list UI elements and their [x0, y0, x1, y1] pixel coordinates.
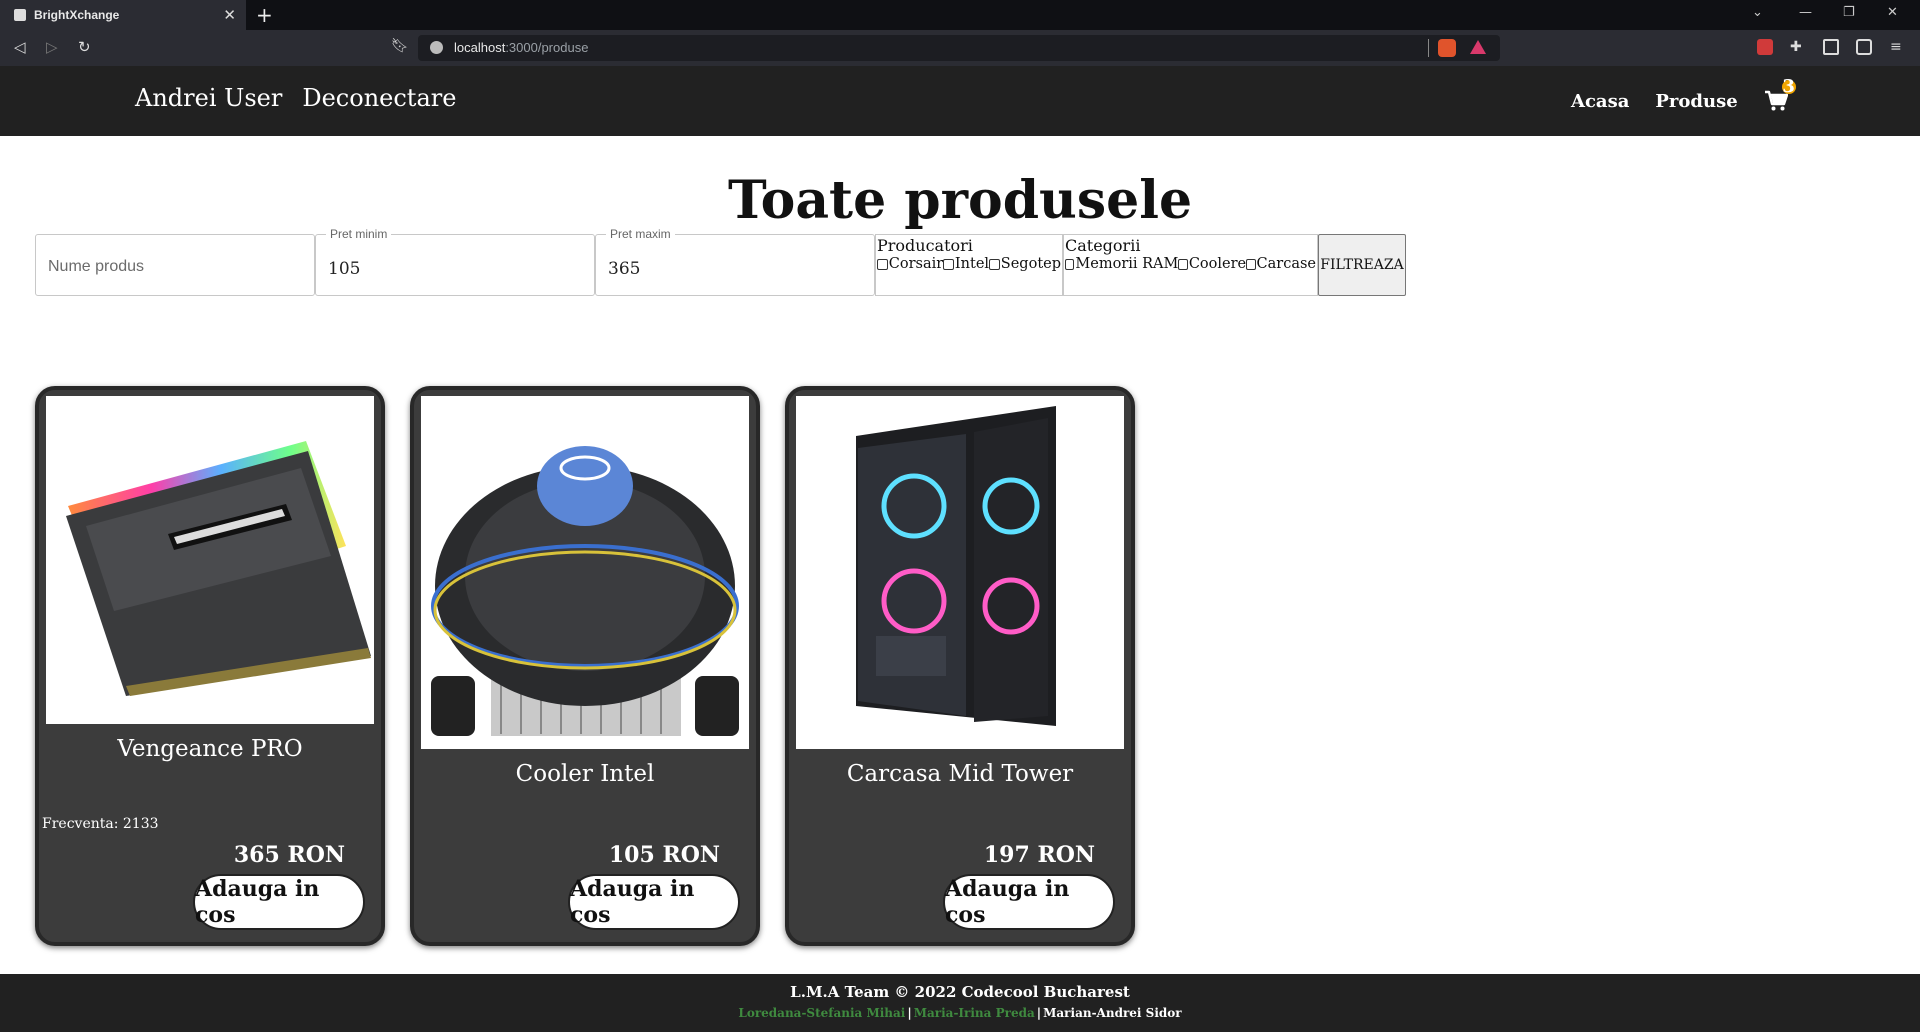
- product-price: 105 RON: [608, 842, 720, 868]
- category-ram-checkbox[interactable]: [1065, 258, 1075, 270]
- max-price-label: Pret maxim: [606, 227, 675, 241]
- max-price-input[interactable]: [608, 256, 858, 282]
- max-price-field[interactable]: Pret maxim: [595, 227, 875, 296]
- filter-button[interactable]: FILTREAZA: [1318, 234, 1406, 296]
- categories-label: Categorii: [1065, 236, 1141, 255]
- min-price-input[interactable]: [328, 256, 578, 282]
- product-spec: Frecventa: 2133: [42, 816, 159, 832]
- add-to-cart-button[interactable]: Adauga in cos: [943, 874, 1115, 930]
- add-to-cart-button[interactable]: Adauga in cos: [193, 874, 365, 930]
- site-footer: L.M.A Team © 2022 Codecool Bucharest Lor…: [0, 974, 1920, 1032]
- site-navbar: Andrei User Deconectare Acasa Produse 3: [0, 66, 1920, 136]
- back-icon[interactable]: ◁: [14, 38, 26, 56]
- filter-form: Pret minim Pret maxim Producatori Corsai…: [35, 227, 1406, 296]
- author-separator: |: [1036, 1006, 1042, 1020]
- forward-icon[interactable]: ▷: [46, 38, 58, 56]
- product-name-input[interactable]: [48, 254, 298, 280]
- home-link[interactable]: Acasa: [1571, 91, 1629, 112]
- extensions-puzzle-icon[interactable]: ✚: [1790, 39, 1806, 55]
- site-info-icon[interactable]: [430, 41, 443, 54]
- tab-title: BrightXchange: [34, 8, 120, 22]
- producer-option-label: Intel: [954, 256, 990, 272]
- sidebar-icon[interactable]: [1823, 39, 1839, 55]
- product-price: 197 RON: [983, 842, 1095, 868]
- browser-tabbar: BrightXchange ✕ + ⌄ — ❐ ✕: [0, 0, 1920, 30]
- extension-icon[interactable]: [1757, 39, 1773, 55]
- product-card: Carcasa Mid Tower 197 RON Adauga in cos: [785, 386, 1135, 946]
- category-option-label: Coolere: [1188, 256, 1247, 272]
- author-link[interactable]: Loredana-Stefania Mihai: [738, 1006, 905, 1020]
- author-link[interactable]: Marian-Andrei Sidor: [1043, 1006, 1181, 1020]
- categories-group: Categorii Memorii RAM Coolere Carcase: [1063, 234, 1318, 296]
- browser-toolbar: ◁ ▷ ↻ 🔖︎ localhost:3000/produse ✚ ≡: [0, 30, 1920, 66]
- restore-icon[interactable]: ❐: [1843, 5, 1855, 20]
- menu-icon[interactable]: ≡: [1890, 39, 1906, 55]
- author-link[interactable]: Maria-Irina Preda: [914, 1006, 1035, 1020]
- new-tab-icon[interactable]: +: [256, 3, 273, 27]
- cart-count-badge: 3: [1781, 76, 1796, 97]
- minimize-icon[interactable]: —: [1799, 5, 1812, 20]
- footer-authors: Loredana-Stefania Mihai | Maria-Irina Pred…: [0, 1006, 1920, 1020]
- min-price-label: Pret minim: [326, 227, 392, 241]
- brave-rewards-icon[interactable]: [1470, 40, 1486, 54]
- producer-segotep-checkbox[interactable]: [989, 258, 1000, 270]
- site-favicon-icon: [14, 9, 26, 21]
- product-name[interactable]: Carcasa Mid Tower: [789, 761, 1131, 787]
- reload-icon[interactable]: ↻: [78, 38, 91, 56]
- wallet-icon[interactable]: [1856, 39, 1872, 55]
- producer-intel-checkbox[interactable]: [943, 258, 954, 270]
- address-bar[interactable]: localhost:3000/produse: [418, 35, 1500, 61]
- pc-case-icon[interactable]: [796, 396, 1124, 749]
- category-coolers-checkbox[interactable]: [1178, 258, 1188, 270]
- bookmark-icon[interactable]: 🔖︎: [391, 38, 409, 54]
- product-name[interactable]: Cooler Intel: [414, 761, 756, 787]
- ram-module-icon[interactable]: [46, 396, 374, 724]
- producer-option-label: Segotep: [1000, 256, 1062, 272]
- cpu-cooler-icon[interactable]: [421, 396, 749, 749]
- producer-corsair-checkbox[interactable]: [877, 258, 888, 270]
- footer-copyright: L.M.A Team © 2022 Codecool Bucharest: [790, 983, 1130, 1001]
- logout-link[interactable]: Deconectare: [302, 84, 456, 112]
- tab-search-icon[interactable]: ⌄: [1752, 5, 1763, 20]
- close-window-icon[interactable]: ✕: [1887, 5, 1898, 20]
- products-link[interactable]: Produse: [1655, 91, 1737, 112]
- brave-shields-icon[interactable]: [1438, 39, 1456, 57]
- cart-button[interactable]: 3: [1764, 78, 1796, 112]
- producers-group: Producatori Corsair Intel Segotep: [875, 234, 1063, 296]
- product-name[interactable]: Vengeance PRO: [39, 736, 381, 762]
- user-name-link[interactable]: Andrei User: [135, 84, 282, 112]
- producers-label: Producatori: [877, 236, 973, 255]
- product-price: 365 RON: [233, 842, 345, 868]
- add-to-cart-button[interactable]: Adauga in cos: [568, 874, 740, 930]
- browser-tab[interactable]: BrightXchange ✕: [0, 0, 246, 30]
- producer-option-label: Corsair: [888, 256, 944, 272]
- page-title: Toate produsele: [727, 170, 1193, 231]
- product-name-field[interactable]: [35, 234, 315, 296]
- category-option-label: Memorii RAM: [1075, 256, 1179, 272]
- url-text: localhost:3000/produse: [454, 40, 589, 55]
- category-option-label: Carcase: [1256, 256, 1316, 272]
- author-separator: |: [907, 1006, 912, 1020]
- min-price-field[interactable]: Pret minim: [315, 227, 595, 296]
- product-card: Cooler Intel 105 RON Adauga in cos: [410, 386, 760, 946]
- close-tab-icon[interactable]: ✕: [223, 6, 236, 24]
- category-cases-checkbox[interactable]: [1246, 258, 1256, 270]
- product-card: Vengeance PRO Frecventa: 2133 365 RON Ad…: [35, 386, 385, 946]
